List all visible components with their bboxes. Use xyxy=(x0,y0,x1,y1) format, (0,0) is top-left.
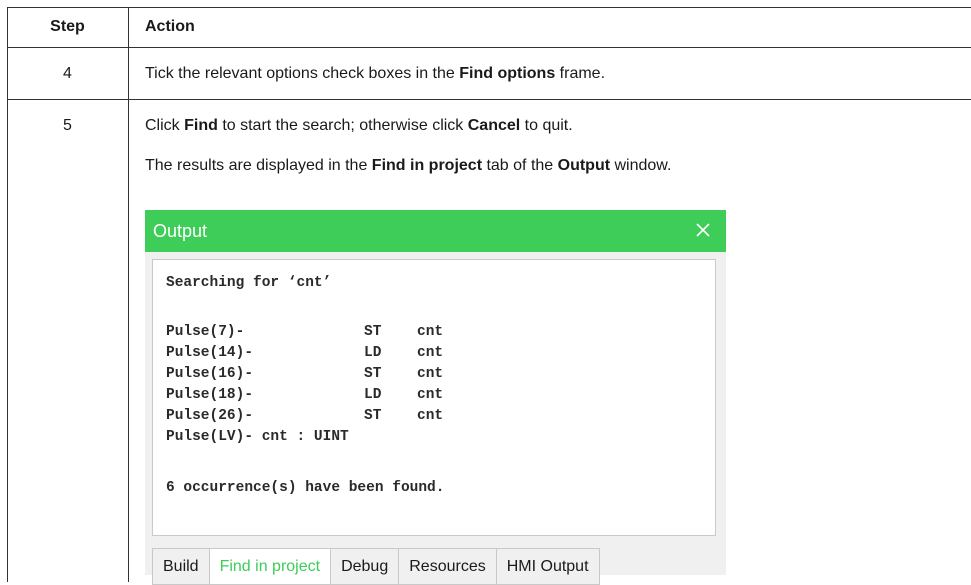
result-op: LD xyxy=(364,387,382,403)
result-op: ST xyxy=(364,324,382,340)
action-bold-text: Cancel xyxy=(467,117,521,134)
action-bold-text: Output xyxy=(557,157,611,174)
result-op: ST xyxy=(364,366,382,382)
step-number-4: 4 xyxy=(63,65,72,82)
result-name: Pulse(7)- xyxy=(166,324,245,340)
tab-debug[interactable]: Debug xyxy=(330,548,399,585)
step-4-action: Tick the relevant options check boxes in… xyxy=(145,64,605,84)
action-bold-text: Find xyxy=(184,117,218,134)
action-text: to quit. xyxy=(520,117,573,134)
header-bottom-border xyxy=(7,47,971,48)
output-window-title: Output xyxy=(153,221,208,241)
step-5-action-line1: Click Find to start the search; otherwis… xyxy=(145,116,573,136)
result-var: cnt xyxy=(417,324,444,340)
action-bold-text: Find options xyxy=(459,65,556,82)
result-name: Pulse(26)- xyxy=(166,408,254,424)
action-text: frame. xyxy=(555,65,606,82)
result-var: cnt xyxy=(417,366,444,382)
action-text: tab of the xyxy=(482,157,558,174)
tab-hmi-output[interactable]: HMI Output xyxy=(495,548,600,585)
step-number-5: 5 xyxy=(63,117,72,134)
header-action: Action xyxy=(145,18,195,35)
close-icon[interactable] xyxy=(692,219,714,241)
action-bold-text: Find in project xyxy=(371,157,483,174)
result-op: ST xyxy=(364,408,382,424)
result-name: Pulse(18)- xyxy=(166,387,254,403)
output-text-area[interactable]: Searching for ‘cnt’ Pulse(7)- ST cnt Pul… xyxy=(152,259,716,536)
result-var: cnt xyxy=(417,408,444,424)
output-window: Output Searching for ‘cnt’ Pulse(7)- ST … xyxy=(145,210,726,585)
tab-find-in-project[interactable]: Find in project xyxy=(208,548,331,585)
result-name: Pulse(14)- xyxy=(166,345,254,361)
result-var: cnt xyxy=(417,345,444,361)
step-5-action-line2: The results are displayed in the Find in… xyxy=(145,156,671,176)
action-text: to start the search; otherwise click xyxy=(217,117,468,134)
result-op: LD xyxy=(364,345,382,361)
declaration-line: Pulse(LV)- cnt : UINT xyxy=(166,429,349,445)
action-text: The results are displayed in the xyxy=(145,157,372,174)
action-text: Click xyxy=(145,117,185,134)
action-text: window. xyxy=(610,157,672,174)
table-top-border xyxy=(7,7,971,8)
tab-build[interactable]: Build xyxy=(152,548,209,585)
action-text: Tick the relevant options check boxes in… xyxy=(145,65,460,82)
output-window-titlebar: Output xyxy=(145,210,726,252)
result-name: Pulse(16)- xyxy=(166,366,254,382)
searching-line: Searching for ‘cnt’ xyxy=(166,275,332,291)
header-step: Step xyxy=(50,18,85,35)
tab-resources[interactable]: Resources xyxy=(398,548,496,585)
result-var: cnt xyxy=(417,387,444,403)
column-divider xyxy=(128,7,129,582)
row4-bottom-border xyxy=(7,99,971,100)
output-tab-bar: Build Find in project Debug Resources HM… xyxy=(152,548,600,585)
summary-line: 6 occurrence(s) have been found. xyxy=(166,480,445,496)
table-left-border xyxy=(7,7,8,582)
